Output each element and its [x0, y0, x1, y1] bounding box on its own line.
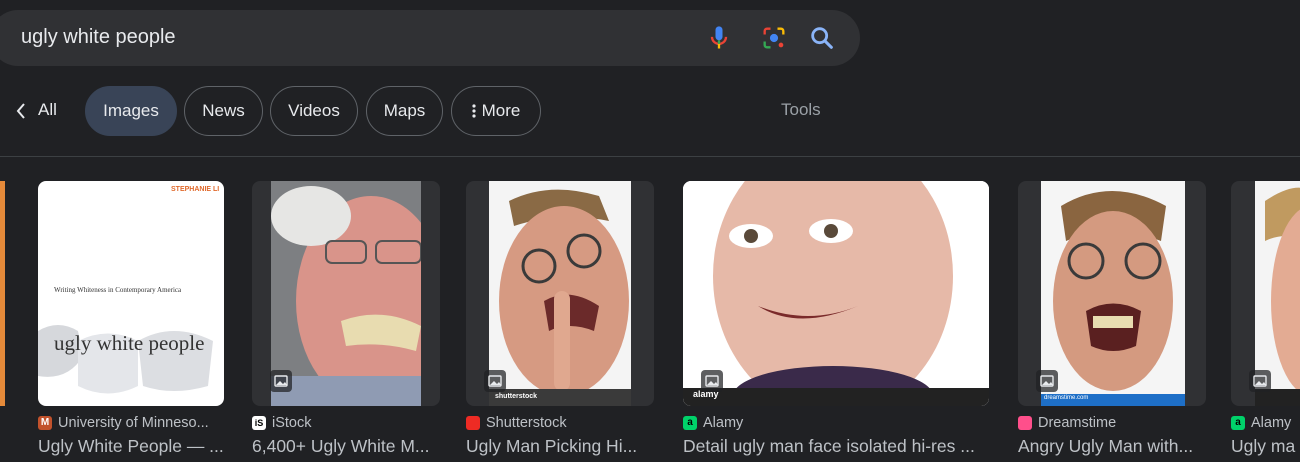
- google-lens-icon[interactable]: [760, 24, 788, 52]
- more-vert-icon: [472, 104, 476, 118]
- tab-news[interactable]: News: [184, 86, 263, 136]
- source-favicon: a: [1231, 416, 1245, 430]
- result-title[interactable]: Ugly ma: [1231, 436, 1300, 457]
- man-picking-nose-photo: [489, 181, 631, 406]
- image-icon: [1249, 370, 1271, 392]
- chevron-left-icon[interactable]: [14, 101, 28, 121]
- tab-videos[interactable]: Videos: [270, 86, 358, 136]
- result-source[interactable]: iS iStock: [252, 414, 312, 432]
- broken-eggshells-image: [38, 325, 213, 394]
- image-icon: [484, 370, 506, 392]
- source-name: iStock: [272, 415, 312, 431]
- tab-all[interactable]: All: [38, 100, 57, 120]
- result-title[interactable]: Detail ugly man face isolated hi-res ...: [683, 436, 989, 457]
- image-icon: [1036, 370, 1058, 392]
- result-title[interactable]: Ugly White People — ...: [38, 436, 224, 457]
- angry-man-glasses-photo: [1041, 181, 1185, 406]
- result-title[interactable]: Ugly Man Picking Hi...: [466, 436, 654, 457]
- tab-more[interactable]: More: [451, 86, 541, 136]
- image-icon: [701, 370, 723, 392]
- tab-images-label: Images: [103, 101, 159, 120]
- source-favicon: M: [38, 416, 52, 430]
- source-name: Shutterstock: [486, 415, 567, 431]
- source-name: Dreamstime: [1038, 415, 1117, 431]
- source-favicon: iS: [252, 416, 266, 430]
- search-icon[interactable]: [808, 24, 836, 52]
- tab-maps-label: Maps: [383, 101, 426, 120]
- source-name: University of Minneso...: [58, 415, 209, 431]
- tab-images[interactable]: Images: [85, 86, 177, 136]
- result-source[interactable]: a Alamy: [683, 414, 743, 432]
- distorted-face-photo: [683, 181, 989, 406]
- mic-icon[interactable]: [705, 24, 733, 52]
- tab-videos-label: Videos: [288, 101, 340, 120]
- result-thumbnail[interactable]: shutterstock: [466, 181, 654, 406]
- shutterstock-watermark: shutterstock: [495, 393, 538, 400]
- tab-maps[interactable]: Maps: [366, 86, 443, 136]
- result-thumbnail[interactable]: [1231, 181, 1300, 406]
- source-name: Alamy: [703, 415, 744, 431]
- tab-news-label: News: [202, 101, 245, 120]
- search-bar[interactable]: ugly white people: [0, 10, 860, 66]
- result-title[interactable]: Angry Ugly Man with...: [1018, 436, 1206, 457]
- result-title[interactable]: 6,400+ Ugly White M...: [252, 436, 440, 457]
- source-favicon: a: [683, 416, 697, 430]
- search-input[interactable]: ugly white people: [21, 26, 176, 49]
- image-result[interactable]: a Alamy Ugly ma: [1231, 181, 1300, 462]
- dreamstime-watermark: dreamstime.com: [1044, 395, 1089, 401]
- tools-button[interactable]: Tools: [781, 100, 821, 120]
- divider: [0, 156, 1300, 157]
- result-thumbnail[interactable]: dreamstime.com: [1018, 181, 1206, 406]
- source-favicon: [1018, 416, 1032, 430]
- book-title: ugly white people: [54, 331, 205, 355]
- result-source[interactable]: Shutterstock: [466, 414, 567, 432]
- result-thumbnail[interactable]: alamy: [683, 181, 989, 406]
- image-icon: [270, 370, 292, 392]
- result-source[interactable]: Dreamstime: [1018, 414, 1116, 432]
- source-favicon: [466, 416, 480, 430]
- result-thumbnail[interactable]: STEPHANIE LI Writing Whiteness in Contem…: [38, 181, 224, 406]
- angry-old-man-photo: [271, 181, 421, 406]
- result-thumbnail[interactable]: [252, 181, 440, 406]
- partial-thumbnail-left[interactable]: [0, 181, 5, 406]
- result-source[interactable]: a Alamy: [1231, 414, 1291, 432]
- source-name: Alamy: [1251, 415, 1292, 431]
- result-source[interactable]: M University of Minneso...: [38, 414, 209, 432]
- tab-more-label: More: [481, 101, 521, 120]
